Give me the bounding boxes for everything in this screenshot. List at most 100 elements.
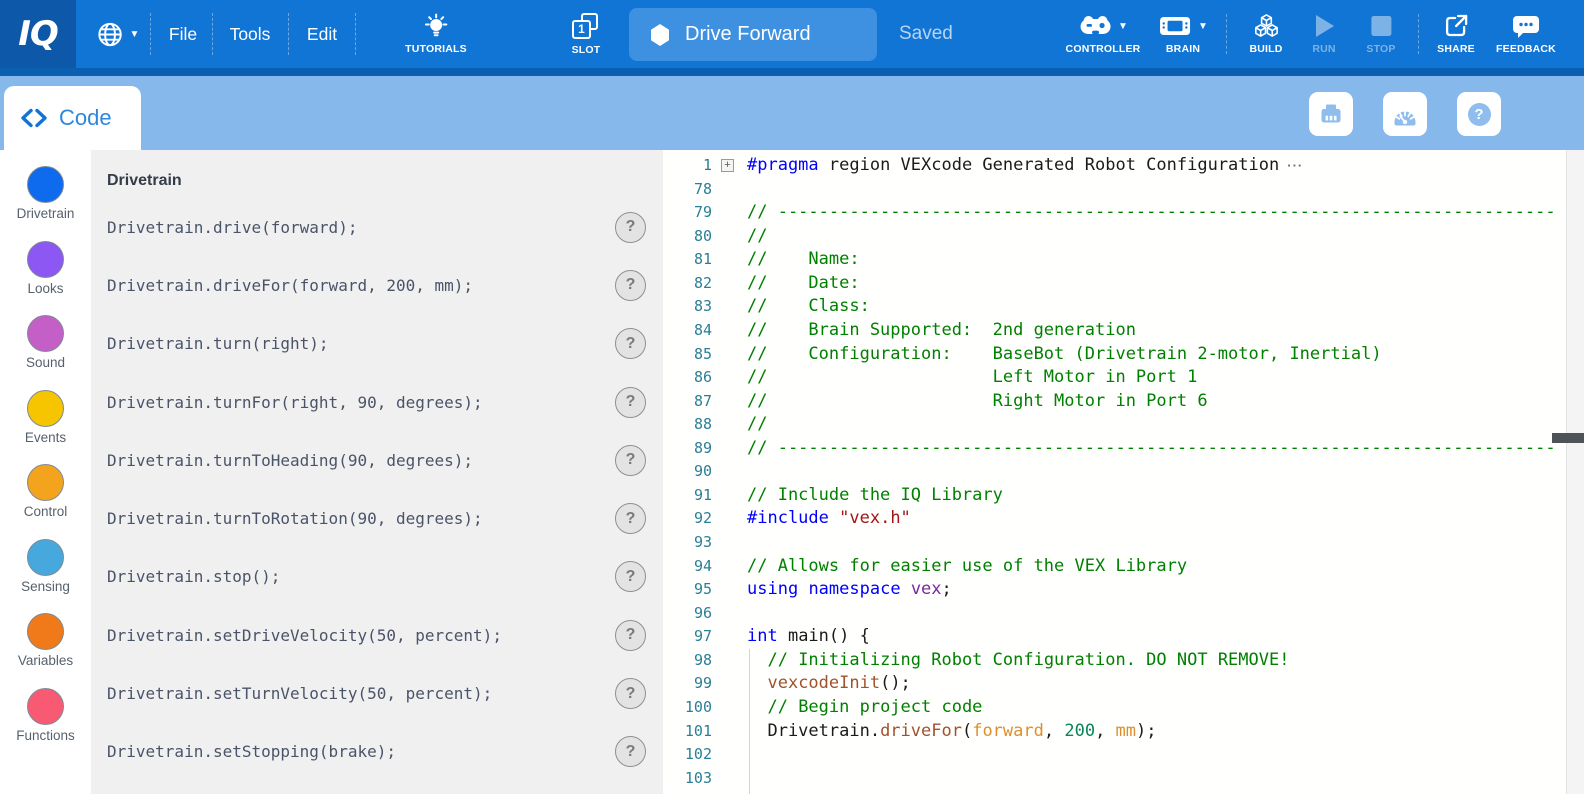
menu-edit[interactable]: Edit [307,0,337,68]
code-line[interactable]: 95using namespace vex; [663,578,1566,602]
feedback-button[interactable]: FEEDBACK [1496,0,1556,68]
sidebar-item-variables[interactable]: Variables [0,613,91,688]
share-button[interactable]: SHARE [1437,0,1475,68]
slot-button[interactable]: 1 SLOT [571,0,601,68]
sidebar-item-functions[interactable]: Functions [0,688,91,763]
code-editor[interactable]: 1+#pragma region VEXcode Generated Robot… [663,150,1566,794]
sidebar-item-label: Variables [18,653,73,668]
sidebar-item-sensing[interactable]: Sensing [0,539,91,614]
stop-button[interactable]: STOP [1366,0,1395,68]
command-list-item[interactable]: Drivetrain.turnToRotation(90, degrees);? [91,489,663,547]
language-menu[interactable]: ▼ [97,0,140,68]
code-line-text: // Brain Supported: 2nd generation [747,319,1136,343]
command-help-button[interactable]: ? [615,387,646,418]
command-list-item[interactable]: Drivetrain.driveFor(forward, 200, mm);? [91,256,663,314]
editor-overview-ruler[interactable] [1566,150,1584,794]
command-help-button[interactable]: ? [615,503,646,534]
command-list-item[interactable]: Drivetrain.stop();? [91,548,663,606]
command-help-button[interactable]: ? [615,620,646,651]
command-help-button[interactable]: ? [615,736,646,767]
code-line[interactable]: 81// Name: [663,248,1566,272]
toolbar-divider [150,13,151,55]
menu-file[interactable]: File [169,0,197,68]
app-logo: IQ [0,0,76,68]
code-line[interactable]: 96 [663,602,1566,626]
code-line[interactable]: 92#include "vex.h" [663,507,1566,531]
code-line[interactable]: 100 // Begin project code [663,696,1566,720]
category-sidebar: DrivetrainLooksSoundEventsControlSensing… [0,150,91,794]
code-line[interactable]: 93 [663,531,1566,555]
folded-region-ellipsis[interactable]: ··· [1287,154,1303,178]
run-button[interactable]: RUN [1312,0,1336,68]
help-button[interactable]: ? [1457,92,1501,136]
command-list-item[interactable]: Drivetrain.turnFor(right, 90, degrees);? [91,373,663,431]
line-number: 85 [663,343,712,367]
monitor-dashboard-button[interactable] [1383,92,1427,136]
slot-icon: 1 [571,13,601,40]
sidebar-item-control[interactable]: Control [0,464,91,539]
code-line[interactable]: 91// Include the IQ Library [663,484,1566,508]
code-line[interactable]: 80// [663,225,1566,249]
code-line[interactable]: 87// Right Motor in Port 6 [663,390,1566,414]
command-list-item[interactable]: Drivetrain.turn(right);? [91,315,663,373]
tab-code-label: Code [59,105,112,131]
command-code-text: Drivetrain.turn(right); [107,334,329,353]
indent-guide [749,649,750,794]
command-list-item[interactable]: Drivetrain.setTurnVelocity(50, percent);… [91,664,663,722]
code-line[interactable]: 102 [663,743,1566,767]
code-line-text: // Initializing Robot Configuration. DO … [747,649,1289,673]
code-line[interactable]: 89// -----------------------------------… [663,437,1566,461]
line-number: 98 [663,649,712,673]
sidebar-item-looks[interactable]: Looks [0,241,91,316]
code-line[interactable]: 88// [663,413,1566,437]
sidebar-item-events[interactable]: Events [0,390,91,465]
fold-expand-icon[interactable]: + [721,159,734,172]
code-line[interactable]: 86 // Left Motor in Port 1 [663,366,1566,390]
menu-tools[interactable]: Tools [230,0,271,68]
build-button[interactable]: BUILD [1249,0,1282,68]
app-logo-text: IQ [18,14,58,54]
command-help-button[interactable]: ? [615,561,646,592]
project-name-button[interactable]: Drive Forward [629,8,877,61]
command-list-item[interactable]: Drivetrain.turnToHeading(90, degrees);? [91,431,663,489]
command-help-button[interactable]: ? [615,270,646,301]
command-list-item[interactable]: Drivetrain.setDriveVelocity(50, percent)… [91,606,663,664]
feedback-label: FEEDBACK [1496,43,1556,55]
code-line[interactable]: 85// Configuration: BaseBot (Drivetrain … [663,343,1566,367]
command-help-button[interactable]: ? [615,212,646,243]
chevron-down-icon: ▼ [130,29,140,40]
code-line[interactable]: 97int main() { [663,625,1566,649]
code-line[interactable]: 94// Allows for easier use of the VEX Li… [663,555,1566,579]
brain-button[interactable]: ▼ BRAIN [1158,0,1208,68]
code-line[interactable]: 101 Drivetrain.driveFor(forward, 200, mm… [663,720,1566,744]
code-line[interactable]: 78 [663,178,1566,202]
code-line[interactable]: 90 [663,460,1566,484]
code-line[interactable]: 82// Date: [663,272,1566,296]
line-number: 1 [663,154,712,178]
sidebar-item-drivetrain[interactable]: Drivetrain [0,166,91,241]
command-list-item[interactable]: Drivetrain.drive(forward);? [91,198,663,256]
command-code-text: Drivetrain.turnToHeading(90, degrees); [107,451,473,470]
tutorials-button[interactable]: TUTORIALS [405,0,467,68]
tab-code[interactable]: Code [4,86,141,150]
code-line[interactable]: 99 vexcodeInit(); [663,672,1566,696]
sidebar-item-sound[interactable]: Sound [0,315,91,390]
code-line[interactable]: 84// Brain Supported: 2nd generation [663,319,1566,343]
code-line[interactable]: 79// -----------------------------------… [663,201,1566,225]
code-line[interactable]: 98 // Initializing Robot Configuration. … [663,649,1566,673]
print-console-button[interactable] [1309,92,1353,136]
command-list-item[interactable]: Drivetrain.setStopping(brake);? [91,723,663,781]
line-number: 100 [663,696,712,720]
code-line[interactable]: 103 [663,767,1566,791]
code-line[interactable]: 1+#pragma region VEXcode Generated Robot… [663,154,1566,178]
code-line-text: // Left Motor in Port 1 [747,366,1197,390]
command-help-button[interactable]: ? [615,328,646,359]
line-number: 86 [663,366,712,390]
controller-button[interactable]: ▼ CONTROLLER [1066,0,1141,68]
command-help-button[interactable]: ? [615,445,646,476]
code-line[interactable]: 83// Class: [663,295,1566,319]
command-help-button[interactable]: ? [615,678,646,709]
lightbulb-icon [423,13,449,39]
line-number: 79 [663,201,712,225]
slot-label: SLOT [572,44,601,56]
